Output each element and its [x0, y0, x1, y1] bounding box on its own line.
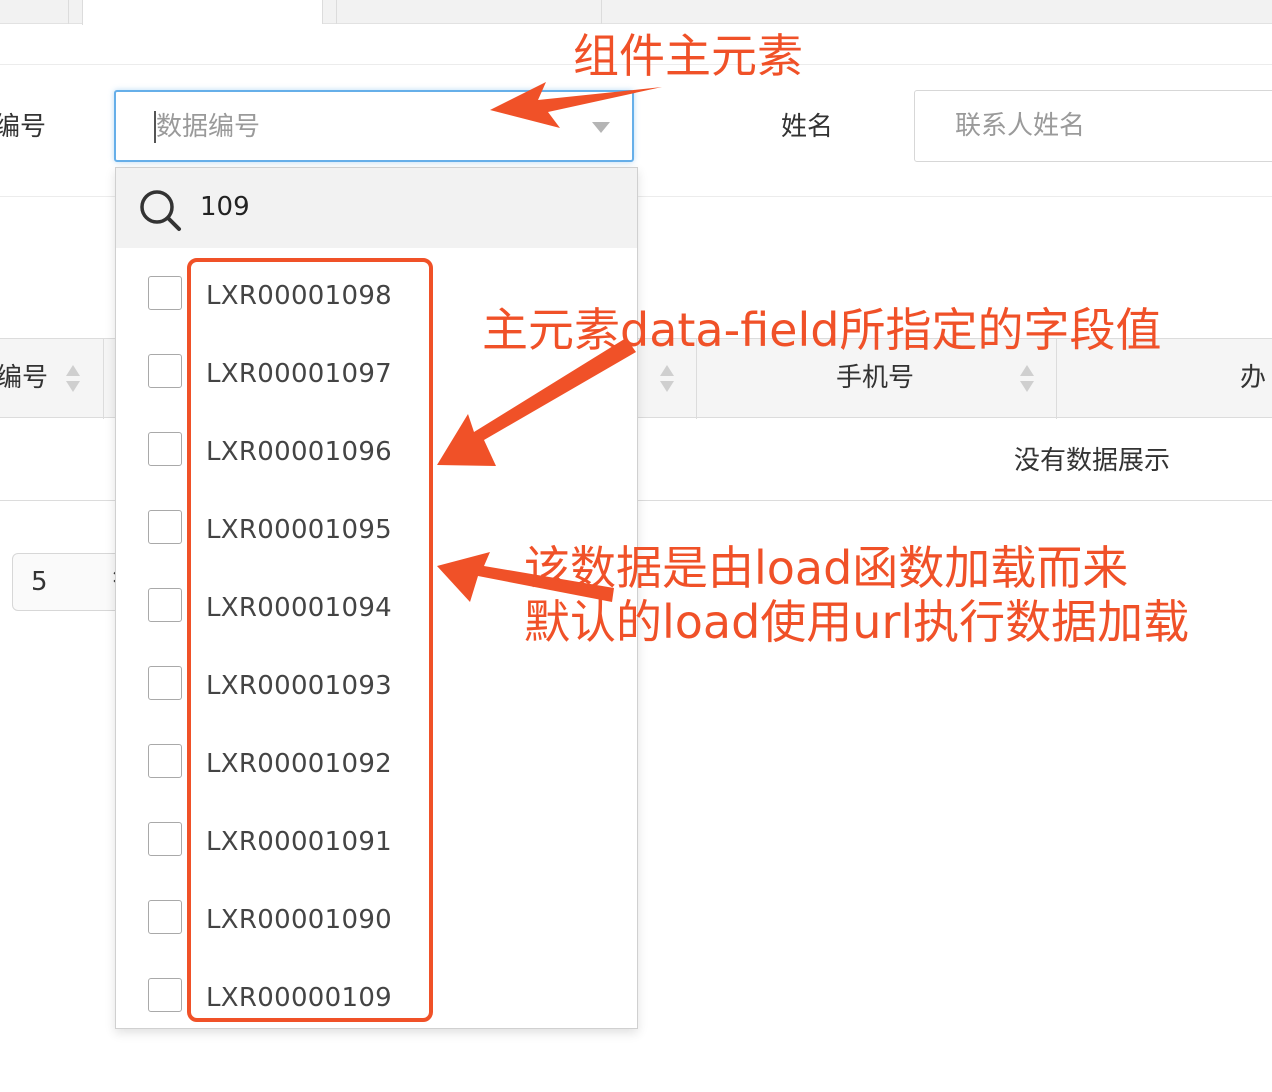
- arrow-to-field-values: [437, 338, 636, 466]
- annotation-data-field: 主元素data-field所指定的字段值: [482, 303, 1162, 357]
- annotation-load-line1: 该数据是由load函数加载而来: [524, 541, 1129, 595]
- annotation-main-element: 组件主元素: [573, 29, 803, 83]
- annotation-load-line2: 默认的load使用url执行数据加载: [524, 595, 1190, 649]
- arrow-to-main-element: [490, 82, 662, 128]
